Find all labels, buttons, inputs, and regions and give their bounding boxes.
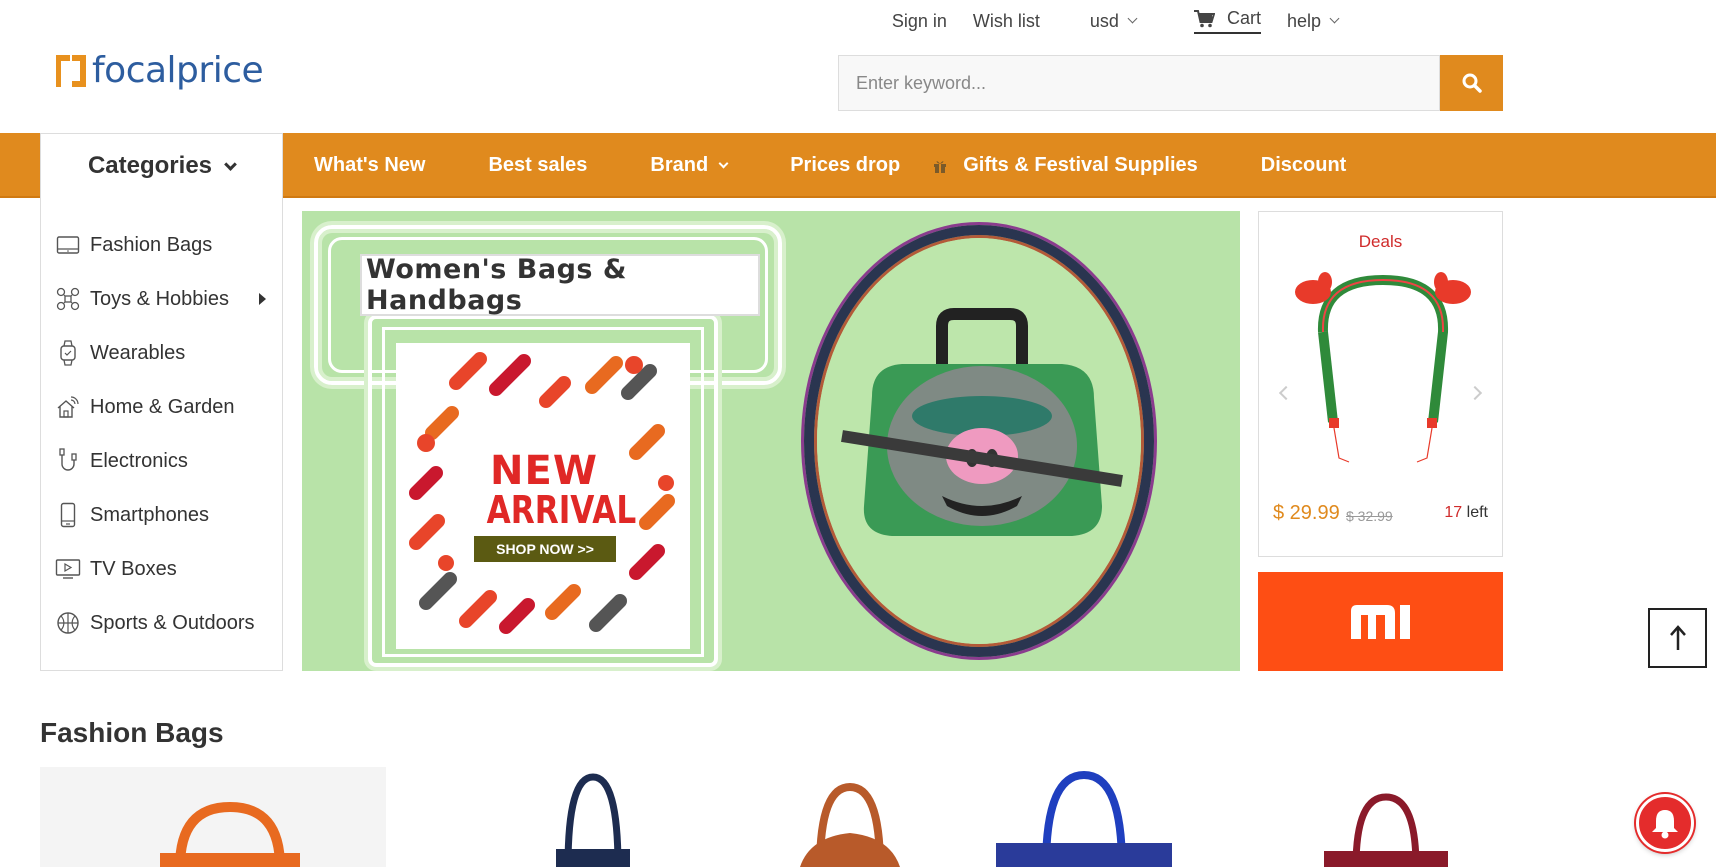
nav-item-label: Brand bbox=[650, 154, 709, 176]
logo-mark-icon bbox=[56, 54, 86, 87]
help-label: help bbox=[1286, 10, 1321, 31]
smart-home-icon bbox=[55, 394, 81, 420]
wish-list-link[interactable]: Wish list bbox=[973, 11, 1040, 32]
top-links: Sign in Wish list usd Cart help bbox=[866, 8, 1340, 34]
nav-brand[interactable]: Brand bbox=[650, 154, 729, 177]
deal-product-image[interactable] bbox=[1293, 272, 1473, 472]
sidebar-item-electronics[interactable]: Electronics bbox=[41, 434, 282, 488]
sidebar-item-label: Wearables bbox=[90, 341, 186, 364]
search-icon bbox=[1462, 73, 1482, 93]
product-image[interactable] bbox=[40, 767, 386, 867]
search-button[interactable] bbox=[1440, 55, 1503, 111]
nav-prices-drop[interactable]: Prices drop bbox=[790, 154, 900, 177]
nav-item-label: Prices drop bbox=[790, 154, 901, 176]
deal-stock-count: 17 bbox=[1444, 504, 1463, 521]
sidebar-item-label: Home & Garden bbox=[90, 395, 235, 418]
new-arrival-line1: NEW bbox=[490, 448, 598, 494]
deal-old-price: $ 32.99 bbox=[1346, 508, 1393, 524]
search-input[interactable] bbox=[838, 55, 1440, 111]
deal-stock-suffix: left bbox=[1462, 504, 1488, 521]
nav-item-label: What's New bbox=[314, 154, 426, 176]
new-arrival-line2: ARRIVAL bbox=[486, 488, 637, 532]
nav-gifts-festival[interactable]: Gifts & Festival Supplies bbox=[934, 154, 1198, 177]
site-header: focalprice Sign in Wish list usd Cart he… bbox=[0, 0, 1716, 132]
tablet-icon bbox=[55, 232, 81, 258]
sidebar-item-sports-outdoors[interactable]: Sports & Outdoors bbox=[41, 596, 282, 650]
chevron-down-icon bbox=[1127, 13, 1138, 24]
product-image[interactable] bbox=[996, 767, 1172, 867]
back-to-top-button[interactable] bbox=[1648, 608, 1707, 668]
sidebar-item-home-garden[interactable]: Home & Garden bbox=[41, 380, 282, 434]
hero-banner[interactable]: Women's Bags & Handbags NEW ARRIVAL SHOP… bbox=[302, 211, 1240, 671]
mi-logo-icon bbox=[1350, 604, 1410, 639]
product-image[interactable] bbox=[790, 767, 910, 867]
deal-price: $ 29.99 bbox=[1273, 502, 1340, 524]
site-logo[interactable]: focalprice bbox=[56, 50, 264, 91]
chevron-down-icon bbox=[718, 158, 729, 168]
nav-best-sales[interactable]: Best sales bbox=[488, 154, 587, 177]
chevron-left-icon[interactable] bbox=[1278, 385, 1294, 401]
new-arrival-text: NEW ARRIVAL bbox=[474, 448, 637, 532]
logo-text: focalprice bbox=[92, 50, 264, 91]
deals-widget: Deals $ 29.99 $ 32.99 17 left bbox=[1258, 211, 1503, 557]
sidebar-item-tv-boxes[interactable]: TV Boxes bbox=[41, 542, 282, 596]
tv-box-icon bbox=[55, 556, 81, 582]
cable-icon bbox=[55, 448, 81, 474]
help-menu[interactable]: help bbox=[1286, 10, 1340, 32]
chevron-down-icon bbox=[224, 157, 237, 171]
arrow-up-icon bbox=[1669, 625, 1686, 650]
cart-label: Cart bbox=[1226, 8, 1261, 28]
sign-in-link[interactable]: Sign in bbox=[892, 11, 947, 32]
handbag-image bbox=[841, 308, 1123, 536]
cart-icon bbox=[1193, 9, 1215, 27]
cart-link[interactable]: Cart bbox=[1193, 8, 1261, 34]
gift-icon bbox=[933, 159, 947, 173]
product-image[interactable] bbox=[1316, 767, 1456, 867]
currency-select[interactable]: usd bbox=[1089, 10, 1138, 32]
product-row bbox=[0, 767, 1716, 867]
nav-item-label: Best sales bbox=[488, 154, 588, 176]
sidebar-item-toys-hobbies[interactable]: Toys & Hobbies bbox=[41, 272, 282, 326]
nav-item-label: Gifts & Festival Supplies bbox=[963, 154, 1198, 176]
deal-stock: 17 left bbox=[1444, 504, 1488, 522]
categories-label: Categories bbox=[87, 152, 213, 179]
banner-title: Women's Bags & Handbags bbox=[360, 254, 760, 316]
main-nav: Categories What's New Best sales Brand P… bbox=[0, 133, 1716, 198]
sidebar-item-label: Fashion Bags bbox=[90, 233, 213, 256]
currency-label: usd bbox=[1089, 10, 1119, 31]
mi-brand-banner[interactable] bbox=[1258, 572, 1503, 671]
nav-discount[interactable]: Discount bbox=[1261, 154, 1347, 177]
product-image[interactable] bbox=[548, 767, 638, 867]
basketball-icon bbox=[55, 610, 81, 636]
smartphone-icon bbox=[55, 502, 81, 528]
sidebar-item-fashion-bags[interactable]: Fashion Bags bbox=[41, 218, 282, 272]
search-bar bbox=[838, 55, 1503, 111]
deals-title: Deals bbox=[1358, 232, 1403, 251]
sidebar-item-label: Electronics bbox=[90, 449, 188, 472]
chevron-down-icon bbox=[1329, 13, 1340, 24]
section-title: Fashion Bags bbox=[40, 717, 224, 748]
sidebar-item-label: Toys & Hobbies bbox=[90, 287, 229, 310]
sidebar-item-wearables[interactable]: Wearables bbox=[41, 326, 282, 380]
watch-icon bbox=[55, 340, 81, 366]
bell-icon bbox=[1652, 810, 1678, 839]
sidebar-item-label: Smartphones bbox=[90, 503, 209, 526]
nav-items: What's New Best sales Brand Prices drop … bbox=[314, 133, 1409, 198]
categories-toggle[interactable]: Categories bbox=[40, 133, 283, 198]
chevron-right-icon bbox=[259, 293, 266, 305]
category-sidebar: Fashion Bags Toys & Hobbies Wearables Ho… bbox=[40, 198, 283, 671]
sidebar-item-label: Sports & Outdoors bbox=[90, 611, 255, 634]
sidebar-item-smartphones[interactable]: Smartphones bbox=[41, 488, 282, 542]
nav-item-label: Discount bbox=[1260, 154, 1347, 176]
sidebar-item-label: TV Boxes bbox=[90, 557, 177, 580]
drone-icon bbox=[55, 286, 81, 312]
nav-whats-new[interactable]: What's New bbox=[314, 154, 425, 177]
notification-bell-button[interactable] bbox=[1636, 794, 1694, 852]
shop-now-button[interactable]: SHOP NOW >> bbox=[474, 536, 616, 562]
